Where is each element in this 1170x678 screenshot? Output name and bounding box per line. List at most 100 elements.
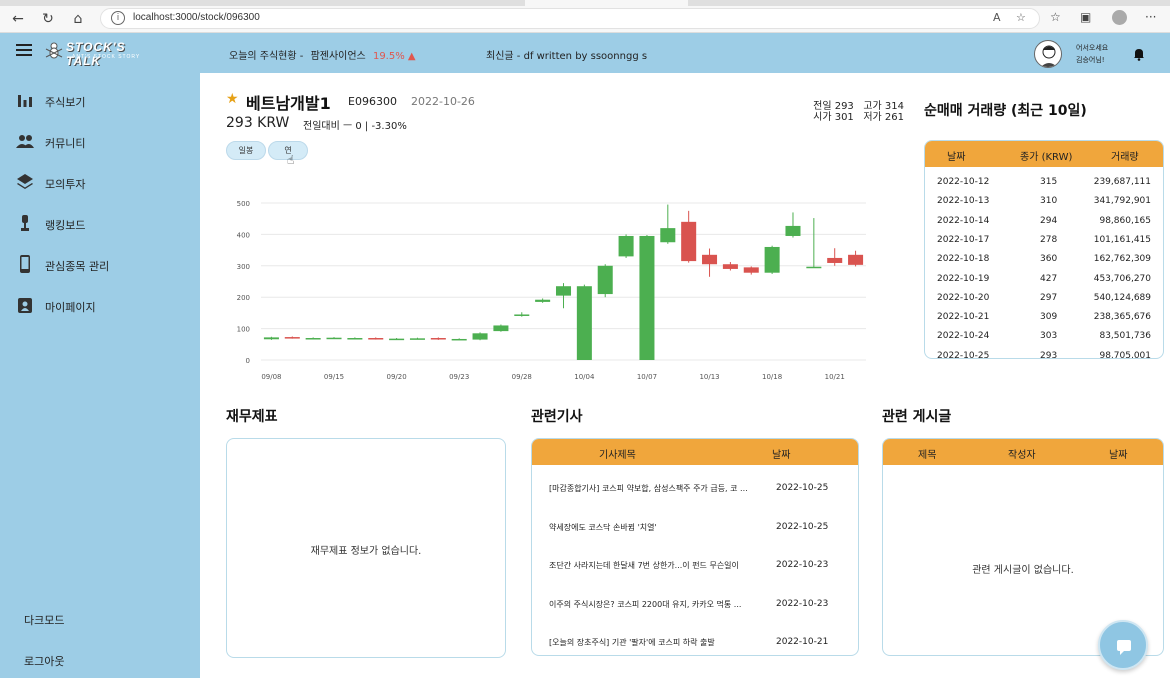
people-icon bbox=[16, 135, 34, 148]
collections-icon[interactable]: ▣ bbox=[1080, 10, 1091, 24]
today-stock-name: 팜젠사이언스 bbox=[310, 51, 366, 62]
address-bar[interactable]: i localhost:3000/stock/096300 A ☆ bbox=[100, 8, 1040, 29]
candle-body[interactable] bbox=[305, 338, 321, 340]
candle-body[interactable] bbox=[576, 286, 592, 360]
chat-button[interactable] bbox=[1098, 620, 1148, 670]
financials-title: 재무제표 bbox=[226, 409, 278, 425]
read-aloud-icon[interactable]: A bbox=[993, 11, 1001, 24]
sidebar-item-mypage[interactable]: 마이페이지 bbox=[0, 291, 200, 321]
candle-body[interactable] bbox=[660, 228, 676, 243]
news-row[interactable]: [마감종합기사] 코스피 약보합, 삼성스팩주 주가 급등, 코 ... 2022… bbox=[532, 471, 858, 509]
volume-date: 2022-10-20 bbox=[937, 292, 990, 303]
sidebar-item-label: 모의투자 bbox=[45, 178, 86, 191]
news-headline[interactable]: 조단간 사라지는데 한달새 7번 상한가...이 펀드 무슨일이 bbox=[549, 560, 754, 571]
candle-body[interactable] bbox=[764, 246, 780, 273]
y-tick-label: 0 bbox=[246, 357, 250, 365]
candle-body[interactable] bbox=[848, 254, 864, 265]
daily-period-button[interactable]: 일봉 bbox=[226, 141, 266, 160]
sidebar-item-mock-invest[interactable]: 모의투자 bbox=[0, 168, 200, 198]
favorites-icon[interactable]: ☆ bbox=[1050, 10, 1061, 24]
candle-body[interactable] bbox=[263, 337, 279, 340]
table-row: 2022-10-25 293 98,705,001 bbox=[925, 347, 1163, 359]
volume-close: 315 bbox=[1040, 177, 1058, 187]
menu-icon[interactable] bbox=[16, 44, 32, 56]
volume-date: 2022-10-13 bbox=[937, 196, 990, 207]
volume-date: 2022-10-25 bbox=[937, 350, 990, 359]
logout-button[interactable]: 로그아웃 bbox=[24, 653, 64, 669]
candle-body[interactable] bbox=[702, 254, 718, 265]
y-tick-label: 500 bbox=[237, 200, 250, 208]
sidebar-item-ranking[interactable]: 랭킹보드 bbox=[0, 209, 200, 239]
sidebar-item-stocks[interactable]: 주식보기 bbox=[0, 86, 200, 116]
candle-body[interactable] bbox=[430, 338, 446, 340]
news-row[interactable]: 조단간 사라지는데 한달새 7번 상한가...이 펀드 무슨일이 2022-10-… bbox=[532, 548, 858, 586]
tab-strip bbox=[0, 0, 1170, 6]
volume-date: 2022-10-21 bbox=[937, 312, 990, 323]
mouse-cursor-icon: ☝ bbox=[287, 153, 295, 167]
candle-body[interactable] bbox=[514, 314, 530, 316]
candle-body[interactable] bbox=[785, 225, 801, 236]
news-headline[interactable]: 약세장에도 코스닥 손바뀜 '치열' bbox=[549, 522, 754, 533]
candle-body[interactable] bbox=[472, 333, 488, 340]
volume-close: 297 bbox=[1040, 292, 1058, 303]
active-tab[interactable] bbox=[525, 0, 688, 6]
quote-line-1: 전일 293 고가 314 bbox=[813, 101, 904, 112]
news-row[interactable]: 이주의 주식시장은? 코스피 2200대 유지, 카카오 먹통 ... 2022-… bbox=[532, 587, 858, 625]
avatar[interactable] bbox=[1034, 40, 1062, 68]
today-stock-pct: 19.5% bbox=[372, 51, 405, 62]
candle-body[interactable] bbox=[409, 338, 425, 340]
candle-body[interactable] bbox=[493, 325, 509, 332]
news-table: 기사제목 날짜 [마감종합기사] 코스피 약보합, 삼성스팩주 주가 급등, 코… bbox=[531, 438, 859, 656]
news-headline[interactable]: 이주의 주식시장은? 코스피 2200대 유지, 카카오 먹통 ... bbox=[549, 599, 754, 610]
candle-body[interactable] bbox=[347, 338, 363, 340]
candle-body[interactable] bbox=[326, 337, 342, 340]
brand-logo[interactable]: STOCK'S TALK ANT'S STOCK STORY bbox=[44, 39, 164, 68]
news-headline[interactable]: [오늘의 장초주식] 기관 '팔자'에 코스피 하락 출발 bbox=[549, 637, 754, 648]
latest-post[interactable]: 최신글 - df written by ssoonngg s bbox=[486, 47, 647, 62]
news-row[interactable]: [오늘의 장초주식] 기관 '팔자'에 코스피 하락 출발 2022-10-21 bbox=[532, 625, 858, 655]
news-row[interactable]: 약세장에도 코스닥 손바뀜 '치열' 2022-10-25 bbox=[532, 510, 858, 548]
candle-body[interactable] bbox=[806, 266, 822, 269]
candle-body[interactable] bbox=[681, 221, 697, 262]
sidebar-item-community[interactable]: 커뮤니티 bbox=[0, 127, 200, 157]
candle-body[interactable] bbox=[284, 337, 300, 339]
candle-body[interactable] bbox=[722, 264, 738, 269]
profile-icon[interactable] bbox=[1112, 10, 1127, 25]
news-headline[interactable]: [마감종합기사] 코스피 약보합, 삼성스팩주 주가 급등, 코 ... bbox=[549, 483, 754, 494]
favorite-add-icon[interactable]: ☆ bbox=[1016, 11, 1026, 24]
candle-body[interactable] bbox=[535, 299, 551, 302]
sidebar-item-watchlist[interactable]: 관심종목 관리 bbox=[0, 250, 200, 280]
back-icon[interactable]: ← bbox=[10, 11, 26, 27]
more-icon[interactable]: ··· bbox=[1145, 10, 1156, 24]
dark-mode-button[interactable]: 다크모드 bbox=[24, 612, 64, 628]
volume-close: 427 bbox=[1040, 273, 1058, 284]
table-row: 2022-10-21 309 238,365,676 bbox=[925, 308, 1163, 327]
bell-icon[interactable] bbox=[1132, 47, 1146, 61]
info-icon[interactable]: i bbox=[111, 11, 125, 25]
volume-date: 2022-10-14 bbox=[937, 215, 990, 226]
layers-icon bbox=[17, 174, 33, 189]
candle-body[interactable] bbox=[368, 338, 384, 340]
candle-body[interactable] bbox=[639, 235, 655, 360]
refresh-icon[interactable]: ↻ bbox=[40, 11, 56, 27]
news-date: 2022-10-23 bbox=[776, 560, 829, 570]
x-tick-label: 10/07 bbox=[637, 373, 657, 381]
candle-body[interactable] bbox=[827, 257, 843, 263]
x-tick-label: 10/13 bbox=[699, 373, 719, 381]
candle-body[interactable] bbox=[618, 235, 634, 257]
volume-amount: 101,161,415 bbox=[1093, 234, 1151, 245]
favorite-star-icon[interactable]: ★ bbox=[226, 91, 239, 107]
table-row: 2022-10-20 297 540,124,689 bbox=[925, 289, 1163, 308]
home-icon[interactable]: ⌂ bbox=[70, 11, 86, 27]
url-text[interactable]: localhost:3000/stock/096300 bbox=[133, 12, 260, 23]
candle-body[interactable] bbox=[389, 338, 405, 341]
volume-close: 303 bbox=[1040, 331, 1058, 342]
candle-body[interactable] bbox=[555, 286, 572, 296]
news-table-header: 기사제목 날짜 bbox=[532, 439, 858, 465]
candle-body[interactable] bbox=[743, 267, 759, 273]
trophy-icon bbox=[21, 215, 29, 231]
today-stock-ticker[interactable]: 오늘의 주식현황 - 팜젠사이언스 19.5% ▲ bbox=[229, 47, 416, 62]
candle-body[interactable] bbox=[597, 265, 613, 295]
volume-amount: 238,365,676 bbox=[1093, 312, 1151, 323]
candle-body[interactable] bbox=[451, 338, 467, 341]
